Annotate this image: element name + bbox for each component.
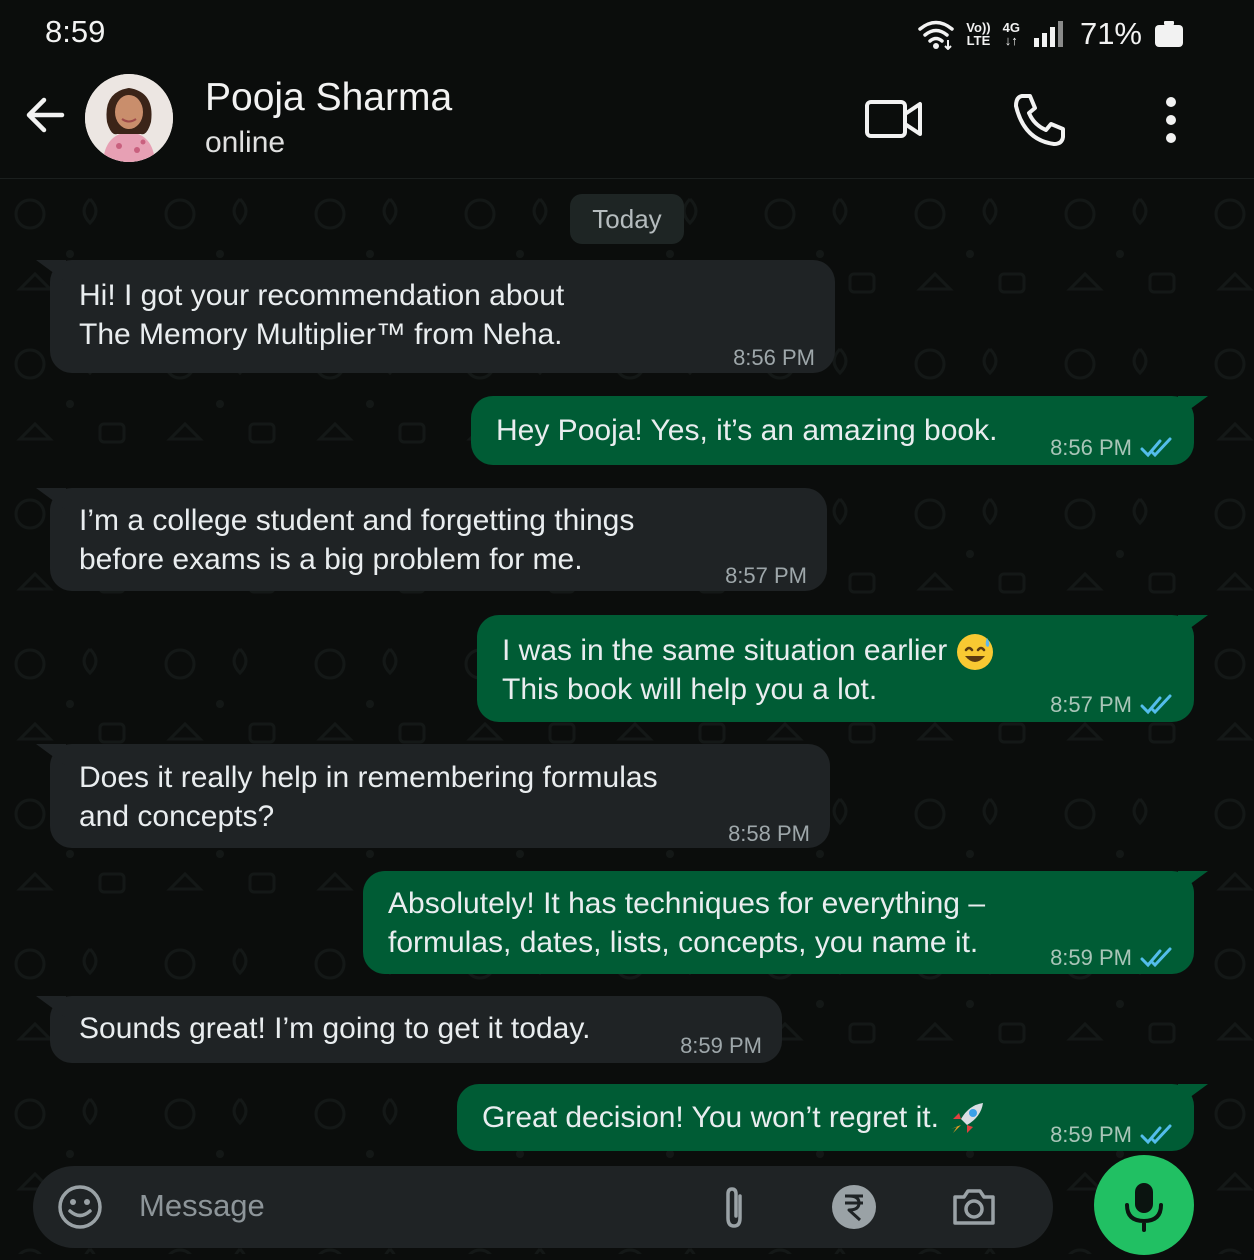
network-type-indicator: 4G ↓↑ [1002,20,1020,48]
status-bar: 8:59 Vo)) LTE 4G ↓↑ 71% [0,0,1254,70]
message-text: I was in the same situation earlier [502,631,995,672]
message-incoming[interactable]: Hi! I got your recommendation about The … [36,260,835,373]
mic-button[interactable] [1094,1155,1194,1255]
rocket-emoji [950,1103,983,1134]
read-ticks-icon [1140,1124,1172,1144]
attach-icon[interactable] [709,1182,759,1232]
volte-indicator: Vo)) LTE [966,20,991,48]
read-ticks-icon [1140,947,1172,967]
voice-call-icon[interactable] [1010,92,1070,148]
emoji-icon[interactable] [55,1182,105,1232]
bubble-tail [1178,615,1208,637]
message-time: 8:57 PM [725,563,807,588]
message-text: before exams is a big problem for me. [79,543,583,576]
wifi-icon [918,20,955,50]
message-text: Hi! I got your recommendation about [79,279,565,312]
battery-icon [1155,21,1183,47]
contact-status: online [205,126,286,159]
bubble-tail [1178,396,1208,418]
message-outgoing[interactable]: Great decision! You won’t regret it. 8:5… [457,1084,1208,1154]
message-text: This book will help you a lot. [502,673,878,706]
bubble-tail [36,260,66,282]
message-text: I’m a college student and forgetting thi… [79,504,635,537]
message-time: 8:56 PM [733,345,815,370]
message-text: Sounds great! I’m going to get it today. [79,1012,591,1045]
message-outgoing[interactable]: Hey Pooja! Yes, it’s an amazing book. 8:… [471,396,1208,467]
avatar[interactable] [85,74,173,162]
bubble-tail [1178,1084,1208,1106]
mic-icon [1125,1183,1163,1232]
video-call-icon[interactable] [864,92,924,148]
back-arrow-icon[interactable] [22,92,68,138]
message-incoming[interactable]: Sounds great! I’m going to get it today.… [36,996,782,1063]
camera-icon[interactable] [949,1182,999,1232]
date-divider: Today [570,194,684,244]
contact-photo [85,74,173,162]
message-text: Does it really help in remembering formu… [79,761,658,794]
message-time: 8:58 PM [728,821,810,846]
message-time: 8:59 PM [680,1033,762,1058]
message-text: Great decision! You won’t regret it. [482,1098,987,1139]
message-time: 8:57 PM [1050,685,1176,724]
status-icons: Vo)) LTE 4G ↓↑ 71% [918,14,1184,54]
message-incoming[interactable]: Does it really help in remembering formu… [36,744,830,848]
battery-percent: 71% [1079,16,1142,51]
read-ticks-icon [1140,694,1172,714]
chat-header: Pooja Sharma online [0,70,1254,179]
rupee-payment-icon[interactable] [829,1182,879,1232]
message-time: 8:59 PM [1050,1115,1176,1154]
read-ticks-icon [1140,437,1172,457]
signal-icon [1033,21,1063,47]
bubble-tail [36,996,66,1018]
message-text: Hey Pooja! Yes, it’s an amazing book. [496,414,998,447]
more-options-icon[interactable] [1140,92,1200,148]
status-time: 8:59 [45,14,106,49]
message-text: Absolutely! It has techniques for everyt… [388,887,986,920]
contact-name[interactable]: Pooja Sharma [205,76,452,120]
bubble-tail [36,744,66,766]
message-time: 8:59 PM [1050,938,1176,977]
chat-area[interactable]: Today Hi! I got your recommendation abou… [0,179,1254,1254]
message-composer: Message [33,1166,1053,1248]
message-text: and concepts? [79,800,275,833]
bubble-tail [1178,871,1208,893]
message-incoming[interactable]: I’m a college student and forgetting thi… [36,488,827,591]
sweat-smile-emoji [957,634,994,671]
message-input[interactable]: Message [139,1188,265,1224]
message-text: formulas, dates, lists, concepts, you na… [388,926,979,959]
message-outgoing[interactable]: I was in the same situation earlier This… [477,615,1208,724]
message-text: The Memory Multiplier™ from Neha. [79,318,563,351]
message-outgoing[interactable]: Absolutely! It has techniques for everyt… [363,871,1208,977]
bubble-tail [36,488,66,510]
message-time: 8:56 PM [1050,428,1176,467]
